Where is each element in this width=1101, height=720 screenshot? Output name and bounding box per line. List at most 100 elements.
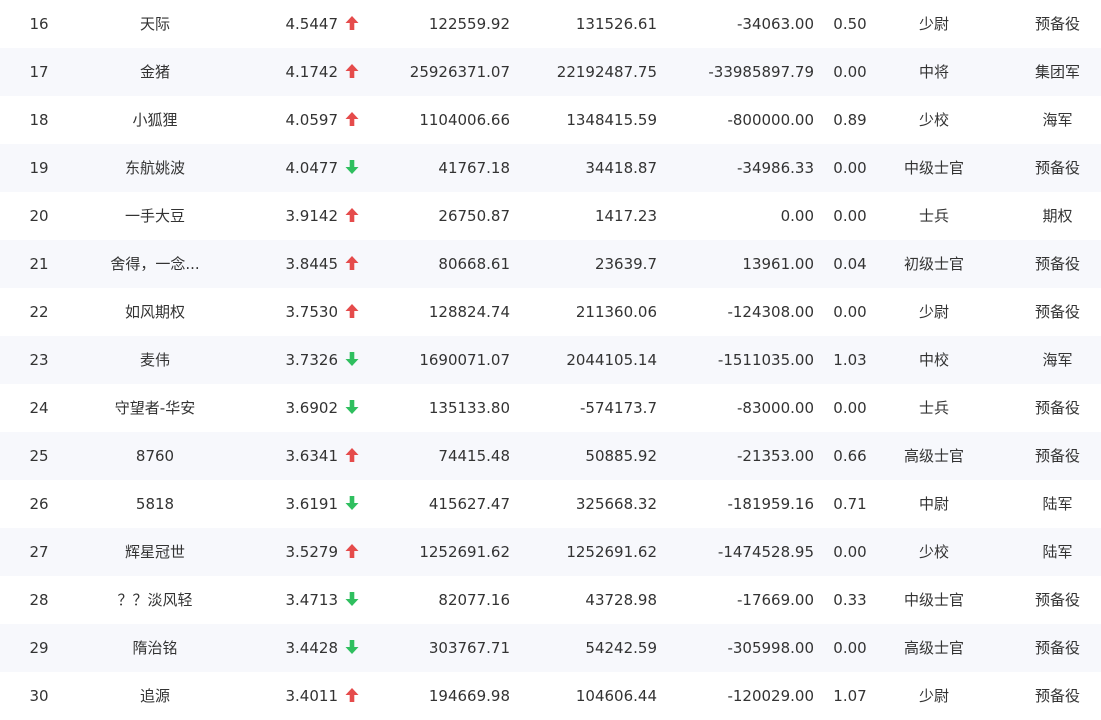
table-row[interactable]: 28 ？？淡风轻 3.4713 82077.16 43728.98 -17669.00 0.… <box>0 576 1101 624</box>
ranking-table: 16 天际 4.5447 122559.92 131526.61 -34063.00 0.5… <box>0 0 1101 713</box>
branch-cell: 预备役 <box>1034 255 1080 273</box>
value1-cell: 1252691.62 <box>419 543 510 561</box>
rank-cell: 26 <box>29 495 49 513</box>
arrow-down-icon <box>344 144 366 192</box>
value3-cell: -34063.00 <box>737 15 814 33</box>
table-row[interactable]: 27 辉星冠世 3.5279 1252691.62 1252691.62 -1474528… <box>0 528 1101 576</box>
value3-cell: 13961.00 <box>742 255 814 273</box>
arrow-down-icon <box>344 624 366 672</box>
trader-name[interactable]: 一手大豆 <box>78 192 232 240</box>
trader-name[interactable]: 辉星冠世 <box>78 528 232 576</box>
arrow-up-icon <box>344 432 366 480</box>
trader-name[interactable]: 天际 <box>78 0 232 48</box>
branch-cell: 预备役 <box>1034 591 1080 609</box>
trader-name[interactable]: 隋治铭 <box>78 624 232 672</box>
value3-cell: -1474528.95 <box>717 543 814 561</box>
trader-name[interactable]: 小狐狸 <box>78 96 232 144</box>
arrow-up-icon <box>344 48 366 96</box>
branch-cell: 陆军 <box>1042 495 1073 513</box>
ratio-cell: 0.00 <box>833 639 867 657</box>
value1-cell: 26750.87 <box>438 207 510 225</box>
value3-cell: -305998.00 <box>727 639 814 657</box>
trader-name[interactable]: 麦伟 <box>78 336 232 384</box>
score-cell: 3.6902 <box>285 399 339 417</box>
value3-cell: -124308.00 <box>727 303 814 321</box>
score-cell: 3.5279 <box>285 543 339 561</box>
arrow-down-icon <box>344 384 366 432</box>
rank-cell: 27 <box>29 543 49 561</box>
branch-cell: 海军 <box>1042 351 1073 369</box>
ratio-cell: 0.00 <box>833 543 867 561</box>
table-row[interactable]: 24 守望者-华安 3.6902 135133.80 -574173.7 -83000.0… <box>0 384 1101 432</box>
score-cell: 3.4713 <box>285 591 339 609</box>
value2-cell: 1252691.62 <box>566 543 657 561</box>
value1-cell: 135133.80 <box>428 399 510 417</box>
score-cell: 3.6191 <box>285 495 339 513</box>
ratio-cell: 0.50 <box>833 15 867 33</box>
table-row[interactable]: 16 天际 4.5447 122559.92 131526.61 -34063.00 0.5… <box>0 0 1101 48</box>
trader-name[interactable]: 舍得，一念... <box>78 240 232 288</box>
value2-cell: 54242.59 <box>585 639 657 657</box>
value2-cell: 23639.7 <box>594 255 657 273</box>
value2-cell: 22192487.75 <box>556 63 657 81</box>
table-row[interactable]: 20 一手大豆 3.9142 26750.87 1417.23 0.00 0.00 士兵 期权 <box>0 192 1101 240</box>
trader-name[interactable]: 东航姚波 <box>78 144 232 192</box>
military-rank-cell: 高级士官 <box>903 639 964 657</box>
score-cell: 4.0477 <box>285 159 339 177</box>
score-cell: 3.6341 <box>285 447 339 465</box>
ratio-cell: 0.89 <box>833 111 867 129</box>
value3-cell: -34986.33 <box>737 159 814 177</box>
table-row[interactable]: 26 5818 3.6191 415627.47 325668.32 -181959.16… <box>0 480 1101 528</box>
value2-cell: 34418.87 <box>585 159 657 177</box>
value1-cell: 128824.74 <box>428 303 510 321</box>
table-row[interactable]: 21 舍得，一念... 3.8445 80668.61 23639.7 13961.00 0… <box>0 240 1101 288</box>
ratio-cell: 0.00 <box>833 207 867 225</box>
value3-cell: -83000.00 <box>737 399 814 417</box>
branch-cell: 海军 <box>1042 111 1073 129</box>
military-rank-cell: 少尉 <box>918 15 949 33</box>
military-rank-cell: 高级士官 <box>903 447 964 465</box>
value3-cell: 0.00 <box>780 207 814 225</box>
rank-cell: 20 <box>29 207 49 225</box>
table-row[interactable]: 17 金猪 4.1742 25926371.07 22192487.75 -3398589… <box>0 48 1101 96</box>
ratio-cell: 0.00 <box>833 63 867 81</box>
ratio-cell: 0.00 <box>833 159 867 177</box>
table-row[interactable]: 19 东航姚波 4.0477 41767.18 34418.87 -34986.33 0.0… <box>0 144 1101 192</box>
ratio-cell: 0.66 <box>833 447 867 465</box>
score-cell: 3.7326 <box>285 351 339 369</box>
trader-name[interactable]: 守望者-华安 <box>78 384 232 432</box>
trader-name[interactable]: ？？淡风轻 <box>78 576 232 624</box>
value1-cell: 80668.61 <box>438 255 510 273</box>
trader-name[interactable]: 金猪 <box>78 48 232 96</box>
table-row[interactable]: 25 8760 3.6341 74415.48 50885.92 -21353.00 0.6… <box>0 432 1101 480</box>
rank-cell: 16 <box>29 15 49 33</box>
arrow-down-icon <box>344 336 366 384</box>
arrow-down-icon <box>344 576 366 624</box>
branch-cell: 预备役 <box>1034 447 1080 465</box>
ratio-cell: 0.00 <box>833 399 867 417</box>
arrow-up-icon <box>344 288 366 336</box>
value3-cell: -21353.00 <box>737 447 814 465</box>
branch-cell: 预备役 <box>1034 303 1080 321</box>
arrow-up-icon <box>344 192 366 240</box>
branch-cell: 预备役 <box>1034 639 1080 657</box>
military-rank-cell: 士兵 <box>918 207 949 225</box>
rank-cell: 17 <box>29 63 49 81</box>
rank-cell: 18 <box>29 111 49 129</box>
value1-cell: 122559.92 <box>428 15 510 33</box>
trader-name[interactable]: 如风期权 <box>78 288 232 336</box>
value3-cell: -800000.00 <box>727 111 814 129</box>
table-row[interactable]: 23 麦伟 3.7326 1690071.07 2044105.14 -1511035.0… <box>0 336 1101 384</box>
table-row[interactable]: 22 如风期权 3.7530 128824.74 211360.06 -124308.00… <box>0 288 1101 336</box>
military-rank-cell: 中级士官 <box>903 159 964 177</box>
value2-cell: 2044105.14 <box>566 351 657 369</box>
trader-name[interactable]: 5818 <box>78 480 232 528</box>
score-cell: 4.1742 <box>285 63 339 81</box>
score-cell: 3.9142 <box>285 207 339 225</box>
table-row[interactable]: 29 隋治铭 3.4428 303767.71 54242.59 -305998.00 0.… <box>0 624 1101 672</box>
table-row[interactable]: 18 小狐狸 4.0597 1104006.66 1348415.59 -800000.0… <box>0 96 1101 144</box>
trader-name[interactable]: 8760 <box>78 432 232 480</box>
value2-cell: -574173.7 <box>580 399 657 417</box>
military-rank-cell: 中尉 <box>918 495 949 513</box>
value2-cell: 211360.06 <box>575 303 657 321</box>
